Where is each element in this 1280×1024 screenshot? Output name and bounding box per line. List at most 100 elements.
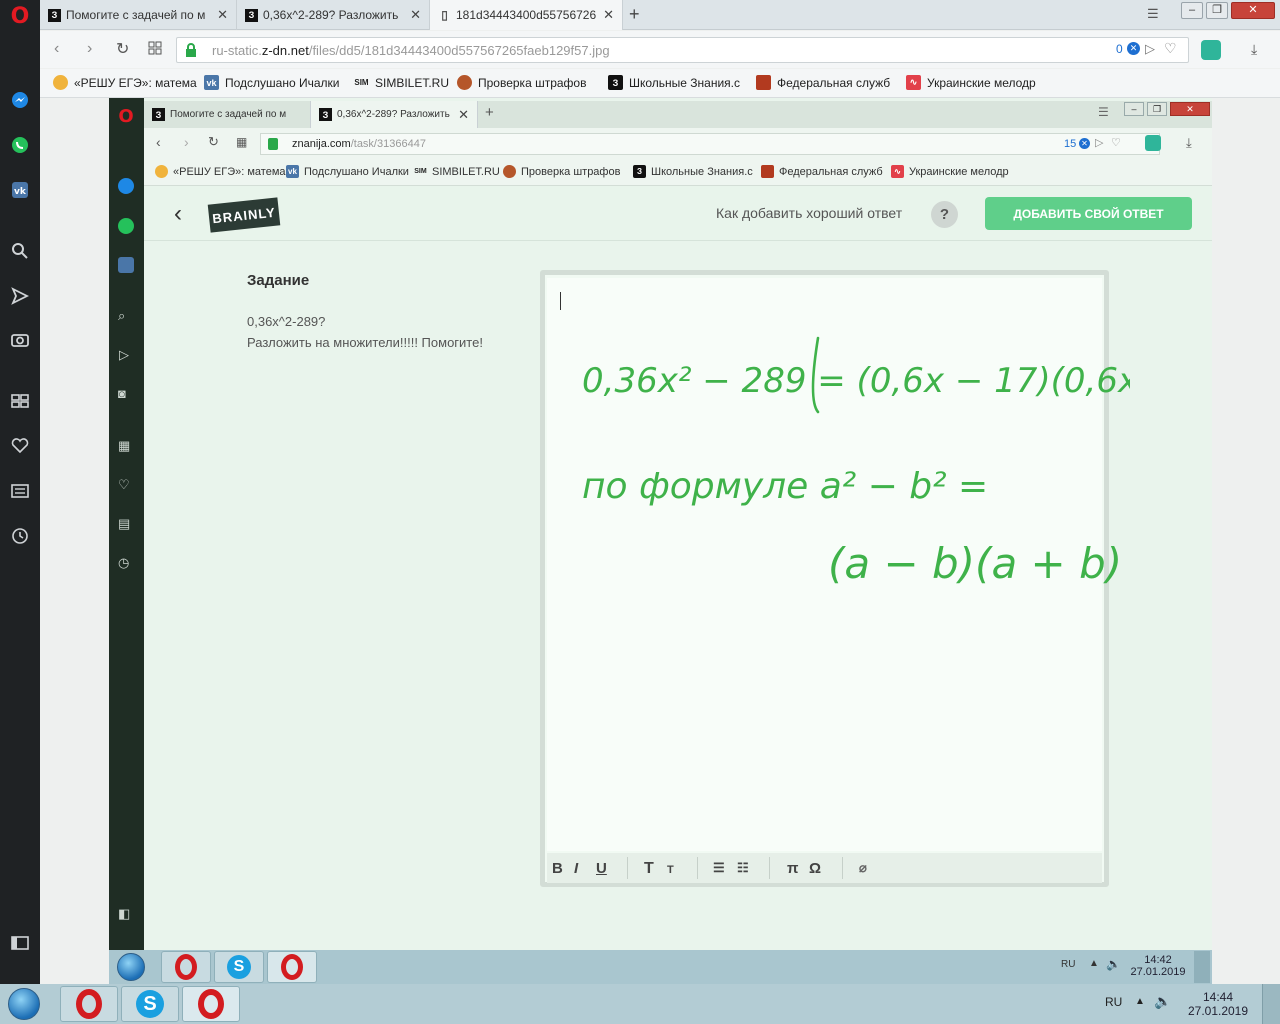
bookmark-simbilet[interactable]: SIM SIMBILET.RU <box>354 75 449 90</box>
whatsapp-icon <box>118 218 134 234</box>
windows-start-button[interactable] <box>8 988 40 1020</box>
bookmark-reshu-ege[interactable]: «РЕШУ ЕГЭ»: матема <box>53 75 197 90</box>
sidebar-toggle-icon[interactable] <box>10 933 30 953</box>
tabs-grid-icon[interactable] <box>148 41 162 55</box>
outer-tab-2[interactable]: З 0,36x^2-289? Разложить ✕ <box>237 0 430 30</box>
melodrama-icon: ∿ <box>906 75 921 90</box>
opera-logo-icon[interactable]: O <box>8 4 32 30</box>
inner-bookmarks-bar: «РЕШУ ЕГЭ»: матема vk Подслушано Ичалки S… <box>144 160 1212 186</box>
inner-url-field: znanija.com/task/31366447 15 ✕ ▷ ♡ <box>260 133 1160 155</box>
tray-arrow-icon[interactable]: ▲ <box>1135 996 1145 1007</box>
vk-icon: vk <box>204 75 219 90</box>
clock-date: 27.01.2019 <box>1187 1004 1249 1018</box>
editor-toolbar: B I U T T ☰ ☷ π Ω ⌀ <box>547 853 1102 883</box>
clock-time: 14:42 <box>1144 954 1172 966</box>
history-clock-icon[interactable] <box>10 526 30 546</box>
search-icon[interactable] <box>10 241 30 261</box>
url-path: /task/31366447 <box>350 138 426 150</box>
back-arrow-icon: ‹ <box>174 200 182 227</box>
flow-send-icon[interactable]: ▷ <box>1145 41 1155 57</box>
adblock-icon[interactable]: ✕ <box>1127 42 1140 55</box>
tab-label: 181d34443400d55756726 <box>456 8 597 22</box>
toolbar-divider <box>627 857 628 879</box>
opera-icon <box>281 954 303 980</box>
bookmark-label: SIMBILET.RU <box>432 165 500 178</box>
news-icon[interactable] <box>10 481 30 501</box>
sim-icon: SIM <box>414 168 427 175</box>
bookmark-znanija[interactable]: З Школьные Знания.c <box>608 75 740 90</box>
bookmark-shtrafy[interactable]: Проверка штрафов <box>457 75 586 90</box>
maximize-button[interactable]: ❐ <box>1206 2 1228 19</box>
taskbar-opera-button-2[interactable] <box>182 986 240 1022</box>
bookmark-federal[interactable]: Федеральная служб <box>756 75 890 90</box>
new-tab-plus-icon[interactable]: + <box>629 4 640 25</box>
show-desktop-button[interactable] <box>1262 984 1280 1024</box>
text-large-button: T <box>644 860 654 877</box>
outer-tab-bar: З Помогите с задачей по м ✕ З 0,36x^2-28… <box>40 0 1280 30</box>
reload-icon[interactable]: ↻ <box>116 39 129 59</box>
language-indicator[interactable]: RU <box>1105 995 1122 1009</box>
znanija-favicon-icon: З <box>319 108 332 121</box>
bookmark-podslushano: vk Подслушано Ичалки <box>286 165 409 178</box>
url-text: znanija.com/task/31366447 <box>292 138 426 150</box>
bookmark-federal: Федеральная служб <box>761 165 883 178</box>
back-icon[interactable]: ‹ <box>54 40 59 58</box>
outer-tab-3-active[interactable]: ▯ 181d34443400d55756726 ✕ <box>430 0 623 30</box>
bookmark-simbilet: SIM SIMBILET.RU <box>414 165 500 178</box>
outer-bookmarks-bar: «РЕШУ ЕГЭ»: матема vk Подслушано Ичалки S… <box>40 69 1280 98</box>
heart-icon: ♡ <box>118 477 130 492</box>
speed-dial-icon[interactable] <box>10 391 30 411</box>
lock-icon <box>185 43 197 57</box>
speed-dial-icon: ▦ <box>118 438 131 453</box>
news-icon: ▤ <box>118 516 131 531</box>
messenger-icon[interactable] <box>10 90 30 110</box>
handwriting-line-2: по формуле a² − b² = <box>582 466 988 507</box>
language-indicator: RU <box>1061 959 1076 970</box>
toolbar-divider <box>697 857 698 879</box>
back-icon: ‹ <box>156 134 161 150</box>
bookmark-label: Украинские мелодр <box>909 165 1009 178</box>
vk-icon <box>118 257 134 273</box>
flow-send-icon: ▷ <box>1095 137 1104 149</box>
minimize-button[interactable]: – <box>1181 2 1203 19</box>
outer-tab-1[interactable]: З Помогите с задачей по м ✕ <box>40 0 237 30</box>
bookmark-podslushano[interactable]: vk Подслушано Ичалки <box>204 75 339 90</box>
outer-url-field[interactable]: ru-static.z-dn.net/files/dd5/181d3444340… <box>176 37 1189 63</box>
minimize-icon: – <box>1124 102 1144 116</box>
download-icon[interactable]: ⤓ <box>1251 41 1257 58</box>
bookmark-label: «РЕШУ ЕГЭ»: матема <box>74 75 197 90</box>
emblem-icon <box>503 165 516 178</box>
task-question-line-2: Разложить на множители!!!!! Помогите! <box>247 335 483 350</box>
bookmark-melodramy: ∿ Украинские мелодр <box>891 165 1009 178</box>
lock-icon <box>268 138 278 150</box>
bookmark-heart-icon[interactable]: ♡ <box>1164 40 1177 57</box>
taskbar-opera-button[interactable] <box>60 986 118 1022</box>
camera-icon[interactable] <box>10 330 30 350</box>
opera-logo-icon: O <box>118 106 134 127</box>
bookmark-melodramy[interactable]: ∿ Украинские мелодр <box>906 75 1036 90</box>
taskbar-opera-button <box>161 951 211 983</box>
tab-menu-icon[interactable]: ☰ <box>1147 6 1159 22</box>
volume-icon[interactable]: 🔈 <box>1154 993 1171 1010</box>
close-tab-icon[interactable]: ✕ <box>603 7 614 23</box>
tab-menu-icon: ☰ <box>1098 105 1109 119</box>
taskbar-skype-button[interactable]: S <box>121 986 179 1022</box>
tab-label: 0,36x^2-289? Разложить <box>263 8 399 22</box>
adblock-count: 15 <box>1064 138 1077 150</box>
toolbar-divider <box>769 857 770 879</box>
close-tab-icon[interactable]: ✕ <box>217 7 228 23</box>
bookmark-reshu-ege: «РЕШУ ЕГЭ»: матема <box>155 165 286 178</box>
send-icon[interactable] <box>10 286 30 306</box>
forward-icon[interactable]: › <box>87 40 92 58</box>
federal-emblem-icon <box>756 75 771 90</box>
tab-label: Помогите с задачей по м <box>170 109 287 120</box>
close-window-button[interactable]: ✕ <box>1231 2 1275 19</box>
heart-icon[interactable] <box>10 436 30 456</box>
tray-clock[interactable]: 14:44 27.01.2019 <box>1182 990 1254 1018</box>
omega-symbol-button: Ω <box>809 860 822 877</box>
vpn-badge-icon[interactable] <box>1201 40 1221 60</box>
whatsapp-icon[interactable] <box>10 135 30 155</box>
vk-icon[interactable]: vk <box>10 180 30 200</box>
text-cursor <box>560 292 561 310</box>
close-tab-icon[interactable]: ✕ <box>410 7 421 23</box>
